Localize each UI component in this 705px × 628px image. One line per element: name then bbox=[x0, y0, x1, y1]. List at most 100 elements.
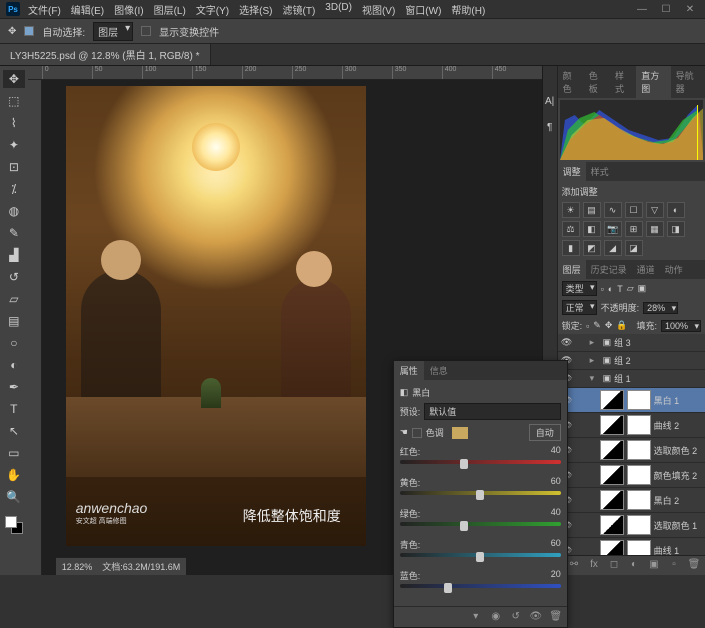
adj-thumb[interactable] bbox=[600, 515, 624, 535]
lasso-tool[interactable]: ⌇ bbox=[3, 114, 25, 132]
layer-name[interactable]: 组 3 bbox=[614, 336, 631, 349]
adj-poster[interactable]: ▮ bbox=[562, 240, 580, 256]
layer-row[interactable]: 👁选取颜色 1 bbox=[558, 513, 705, 538]
clip-icon[interactable]: ▾ bbox=[469, 611, 483, 623]
menu-edit[interactable]: 编辑(E) bbox=[71, 2, 104, 17]
tab-styles2[interactable]: 样式 bbox=[586, 162, 614, 181]
layer-name[interactable]: 黑白 1 bbox=[654, 394, 680, 407]
opacity-value[interactable]: 28% bbox=[643, 302, 678, 314]
layer-row[interactable]: 👁曲线 1 bbox=[558, 538, 705, 555]
new-layer-icon[interactable]: ▫ bbox=[667, 559, 681, 573]
tint-checkbox[interactable] bbox=[412, 428, 422, 438]
eyedropper-tool[interactable]: ⁒ bbox=[3, 180, 25, 198]
layer-row[interactable]: 👁曲线 2 bbox=[558, 413, 705, 438]
tab-styles[interactable]: 样式 bbox=[610, 66, 636, 98]
adj-hue[interactable]: ◐ bbox=[667, 202, 685, 218]
mask-thumb[interactable] bbox=[627, 515, 651, 535]
layer-name[interactable]: 曲线 2 bbox=[654, 419, 680, 432]
menu-image[interactable]: 图像(I) bbox=[114, 2, 143, 17]
adj-levels[interactable]: ▤ bbox=[583, 202, 601, 218]
mask-thumb[interactable] bbox=[627, 540, 651, 555]
layer-name[interactable]: 组 1 bbox=[614, 372, 631, 385]
adj-invert[interactable]: ◨ bbox=[667, 221, 685, 237]
adj-mixer[interactable]: ⊞ bbox=[625, 221, 643, 237]
layer-name[interactable]: 曲线 1 bbox=[654, 544, 680, 556]
show-transform-checkbox[interactable] bbox=[141, 26, 151, 36]
slider-value-2[interactable]: 40 bbox=[551, 507, 561, 520]
menu-view[interactable]: 视图(V) bbox=[362, 2, 395, 17]
mask-thumb[interactable] bbox=[627, 440, 651, 460]
adj-thumb[interactable] bbox=[600, 390, 624, 410]
blend-mode-select[interactable]: 正常 bbox=[562, 300, 597, 315]
layer-name[interactable]: 选取颜色 1 bbox=[654, 519, 698, 532]
layer-row[interactable]: 👁黑白 1 bbox=[558, 388, 705, 413]
slider-value-0[interactable]: 40 bbox=[551, 445, 561, 458]
adj-thumb[interactable] bbox=[600, 540, 624, 555]
adj-photo[interactable]: 📷 bbox=[604, 221, 622, 237]
adj-bw[interactable]: ◧ bbox=[583, 221, 601, 237]
layer-name[interactable]: 黑白 2 bbox=[654, 494, 680, 507]
slider-value-3[interactable]: 60 bbox=[551, 538, 561, 551]
filter-type-icon[interactable]: T bbox=[617, 284, 623, 294]
slider-2[interactable] bbox=[400, 522, 561, 530]
menu-help[interactable]: 帮助(H) bbox=[451, 2, 485, 17]
tab-history[interactable]: 历史记录 bbox=[586, 260, 632, 279]
layer-name[interactable]: 选取颜色 2 bbox=[654, 444, 698, 457]
view-prev-icon[interactable]: ◉ bbox=[489, 611, 503, 623]
link-layers-icon[interactable]: ⚯ bbox=[567, 559, 581, 573]
adj-brightness[interactable]: ☀ bbox=[562, 202, 580, 218]
adj-thumb[interactable] bbox=[600, 440, 624, 460]
filter-smart-icon[interactable]: ▣ bbox=[638, 283, 647, 294]
visibility-icon[interactable]: 👁 bbox=[561, 337, 573, 349]
adj-lookup[interactable]: ▦ bbox=[646, 221, 664, 237]
auto-select-checkbox[interactable] bbox=[24, 26, 34, 36]
minimize-button[interactable]: — bbox=[633, 2, 651, 16]
filter-shape-icon[interactable]: ▱ bbox=[627, 283, 634, 294]
tab-channels[interactable]: 通道 bbox=[632, 260, 660, 279]
stamp-tool[interactable]: ▟ bbox=[3, 246, 25, 264]
path-tool[interactable]: ↖ bbox=[3, 422, 25, 440]
lock-all-icon[interactable]: 🔒 bbox=[616, 320, 627, 331]
blur-tool[interactable]: ○ bbox=[3, 334, 25, 352]
eraser-tool[interactable]: ▱ bbox=[3, 290, 25, 308]
move-tool[interactable]: ✥ bbox=[3, 70, 25, 88]
color-swatch[interactable] bbox=[5, 516, 23, 534]
tab-layers[interactable]: 图层 bbox=[558, 260, 586, 279]
adj-curves[interactable]: ∿ bbox=[604, 202, 622, 218]
slider-4[interactable] bbox=[400, 584, 561, 592]
heal-tool[interactable]: ◍ bbox=[3, 202, 25, 220]
mask-thumb[interactable] bbox=[627, 415, 651, 435]
maximize-button[interactable]: ☐ bbox=[657, 2, 675, 16]
crop-tool[interactable]: ⊡ bbox=[3, 158, 25, 176]
zoom-tool[interactable]: 🔍 bbox=[3, 488, 25, 506]
filter-adj-icon[interactable]: ◐ bbox=[608, 284, 613, 294]
tab-swatches[interactable]: 色板 bbox=[584, 66, 610, 98]
adj-selective[interactable]: ◪ bbox=[625, 240, 643, 256]
mask-thumb[interactable] bbox=[627, 390, 651, 410]
lock-pos-icon[interactable]: ✥ bbox=[605, 320, 613, 331]
gradient-tool[interactable]: ▤ bbox=[3, 312, 25, 330]
tab-navigator[interactable]: 导航器 bbox=[671, 66, 705, 98]
slider-3[interactable] bbox=[400, 553, 561, 561]
adj-thumb[interactable] bbox=[600, 415, 624, 435]
preset-select[interactable]: 默认值 bbox=[424, 403, 560, 420]
tab-properties[interactable]: 属性 bbox=[394, 361, 424, 380]
reset-icon[interactable]: ↺ bbox=[509, 611, 523, 623]
delete-adj-icon[interactable]: 🗑 bbox=[549, 611, 563, 623]
adj-thumb[interactable] bbox=[600, 490, 624, 510]
zoom-level[interactable]: 12.82% bbox=[62, 562, 93, 572]
para-panel-icon[interactable]: ¶ bbox=[544, 122, 556, 134]
adj-exposure[interactable]: ☐ bbox=[625, 202, 643, 218]
new-group-icon[interactable]: ▣ bbox=[647, 559, 661, 573]
mask-thumb[interactable] bbox=[627, 465, 651, 485]
menu-layer[interactable]: 图层(L) bbox=[154, 2, 186, 17]
slider-value-1[interactable]: 60 bbox=[551, 476, 561, 489]
layer-row[interactable]: 👁▸▣组 2 bbox=[558, 352, 705, 370]
layer-name[interactable]: 组 2 bbox=[614, 354, 631, 367]
auto-select-mode[interactable]: 图层 bbox=[93, 22, 133, 41]
adj-colorbalance[interactable]: ⚖ bbox=[562, 221, 580, 237]
lock-pixel-icon[interactable]: ✎ bbox=[593, 320, 601, 331]
layer-name[interactable]: 颜色填充 2 bbox=[654, 469, 698, 482]
wand-tool[interactable]: ✦ bbox=[3, 136, 25, 154]
tab-info[interactable]: 信息 bbox=[424, 361, 454, 380]
